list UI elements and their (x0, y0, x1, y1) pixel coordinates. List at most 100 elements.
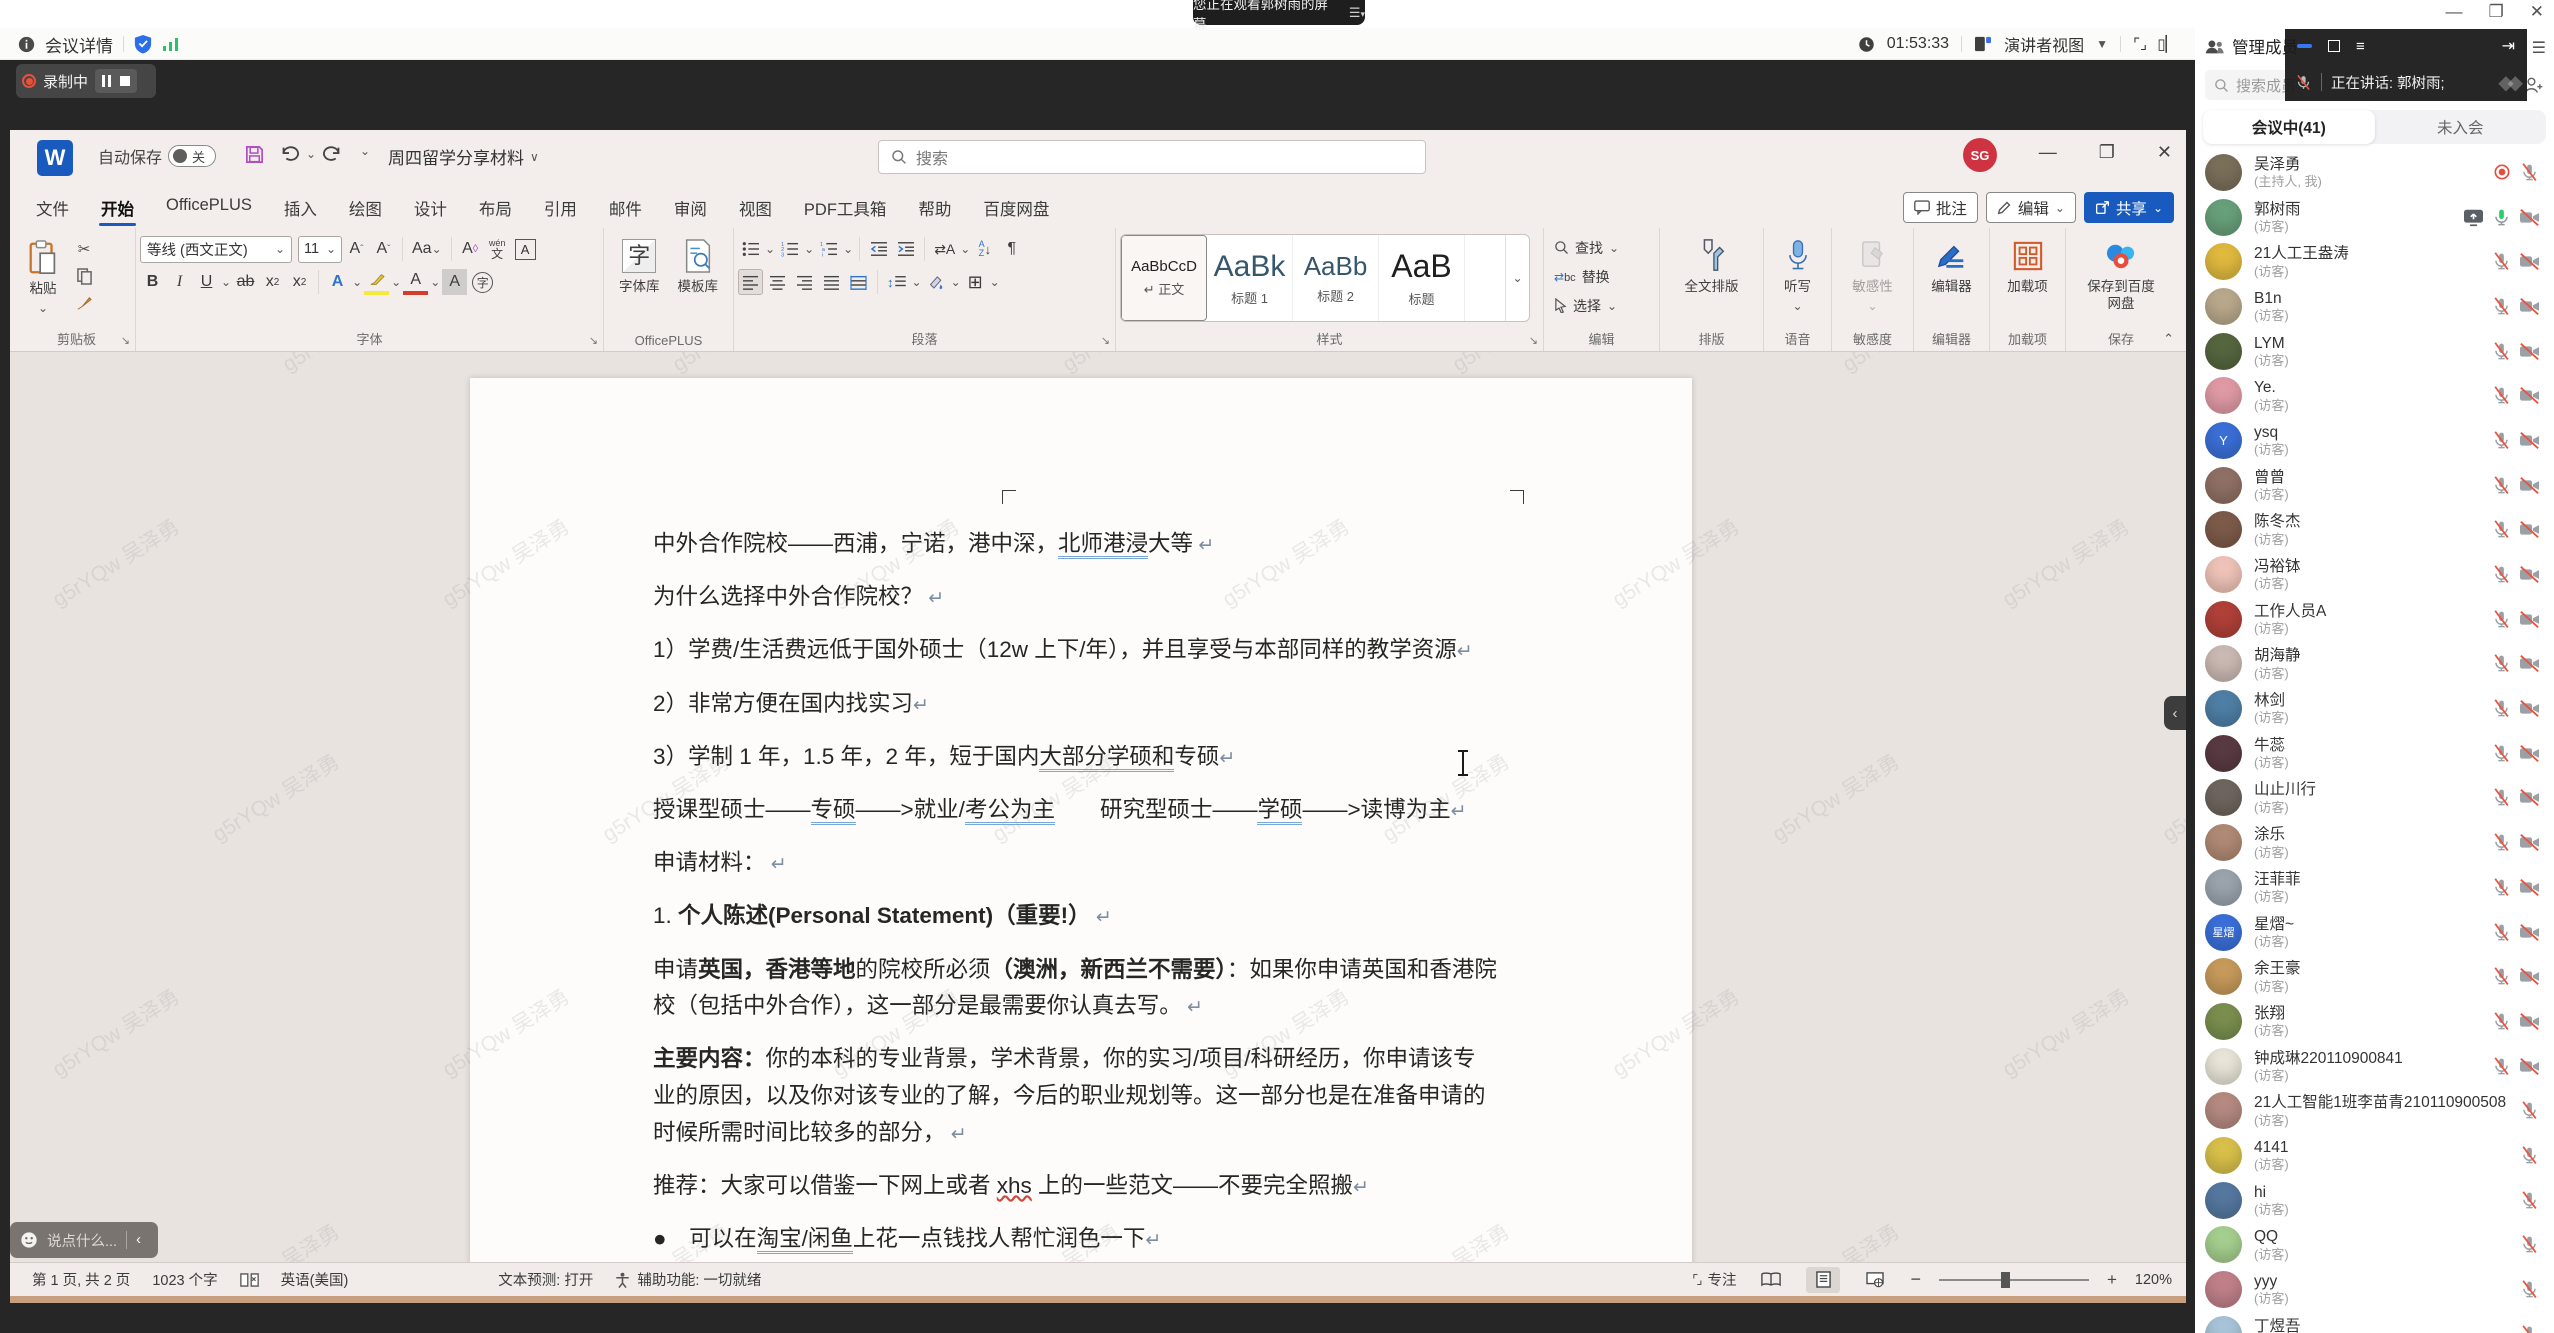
editing-mode-button[interactable]: 编辑 ⌄ (1986, 192, 2076, 223)
mic-off-icon[interactable] (2491, 832, 2512, 853)
mic-off-icon[interactable] (2491, 1011, 2512, 1032)
zoom-slider-thumb[interactable] (2001, 1272, 2010, 1288)
replace-button[interactable]: ⇄bc 替换 (1554, 263, 1610, 290)
sidebar-tab[interactable]: 会议中(41) (2203, 110, 2375, 144)
fullscreen-icon[interactable]: ⌜ ⌟ (2133, 35, 2145, 53)
mic-off-icon[interactable] (2519, 1145, 2540, 1166)
phonetic-guide-button[interactable]: wén文 (485, 236, 510, 262)
cam-off-icon[interactable] (2519, 609, 2540, 630)
zoom-in-button[interactable]: + (2107, 1270, 2117, 1290)
show-marks-button[interactable]: ¶ (999, 236, 1024, 262)
style-card[interactable]: AaB 标题 (1379, 235, 1465, 321)
participant-row[interactable]: 陈冬杰 (访客) (2195, 508, 2554, 553)
font-library-button[interactable]: 字 字体库 (613, 234, 666, 298)
document-area[interactable]: 中外合作院校——西浦，宁诺，港中深，北师港浸大等 ↵ 为什么选择中外合作院校？ ↵… (10, 352, 2186, 1262)
cam-off-icon[interactable] (2519, 519, 2540, 540)
cam-off-icon[interactable] (2519, 698, 2540, 719)
paragraph[interactable]: 主要内容：你的本科的专业背景，学术背景，你的实习/项目/科研经历，你申请该专业的… (653, 1041, 1523, 1151)
add-member-icon[interactable] (2524, 76, 2544, 94)
paragraph[interactable]: 申请英国，香港等地的院校所必须（澳洲，新西兰不需要）：如果你申请英国和香港院校（… (653, 952, 1523, 1025)
clear-format-button[interactable]: A◊ (458, 236, 483, 262)
participant-row[interactable]: 丁煜吾 (访客) (2195, 1312, 2554, 1333)
side-panel-icon[interactable]: ▯▏ (2157, 35, 2177, 53)
mic-off-icon[interactable] (2491, 385, 2512, 406)
cam-off-icon[interactable] (2519, 877, 2540, 898)
cam-off-icon[interactable] (2519, 832, 2540, 853)
mic-on-icon[interactable] (2491, 207, 2512, 228)
mic-off-icon[interactable] (2491, 296, 2512, 317)
dialog-launcher-icon[interactable]: ↘ (1101, 334, 1110, 347)
subscript-button[interactable]: x2 (260, 269, 285, 295)
word-menu-tab[interactable]: 帮助 (906, 188, 963, 228)
grow-font-button[interactable]: Aˆ (344, 236, 369, 262)
participant-row[interactable]: 汪菲菲 (访客) (2195, 865, 2554, 910)
account-avatar[interactable]: SG (1963, 138, 1997, 172)
overlay-window-icon[interactable] (2328, 40, 2340, 52)
participant-list[interactable]: 吴泽勇 (主持人, 我) 郭树雨 (访客) 21人工王盎涛 (访客) B1n (… (2195, 150, 2554, 1333)
dialog-launcher-icon[interactable]: ↘ (1529, 334, 1538, 347)
paragraph[interactable]: 申请材料： ↵ (653, 845, 1523, 882)
word-search-box[interactable]: 搜索 (878, 140, 1426, 174)
word-menu-tab[interactable]: 布局 (467, 188, 524, 228)
participant-row[interactable]: 林剑 (访客) (2195, 686, 2554, 731)
strikethrough-button[interactable]: ab (233, 269, 258, 295)
overlay-minimize-icon[interactable] (2297, 44, 2312, 48)
paragraph[interactable]: 为什么选择中外合作院校？ ↵ (653, 579, 1523, 616)
web-layout-icon[interactable] (1858, 1267, 1892, 1293)
word-menu-tab[interactable]: 插入 (272, 188, 329, 228)
undo-icon[interactable] (278, 144, 300, 164)
chat-quick-bubble[interactable]: 说点什么... ‹ (10, 1222, 158, 1258)
paragraph[interactable]: 中外合作院校——西浦，宁诺，港中深，北师港浸大等 ↵ (653, 526, 1523, 563)
mic-off-icon[interactable] (2491, 653, 2512, 674)
cam-off-icon[interactable] (2519, 475, 2540, 496)
document-text[interactable]: 中外合作院校——西浦，宁诺，港中深，北师港浸大等 ↵ 为什么选择中外合作院校？ ↵… (653, 526, 1523, 1262)
mic-off-icon[interactable] (2491, 698, 2512, 719)
document-page[interactable]: 中外合作院校——西浦，宁诺，港中深，北师港浸大等 ↵ 为什么选择中外合作院校？ ↵… (470, 378, 1692, 1262)
cam-off-icon[interactable] (2519, 1011, 2540, 1032)
zoom-level[interactable]: 120% (2135, 1272, 2172, 1288)
participant-row[interactable]: QQ (访客) (2195, 1223, 2554, 1268)
redo-icon[interactable] (322, 144, 344, 164)
italic-button[interactable]: I (167, 269, 192, 295)
participant-row[interactable]: 4141 (访客) (2195, 1133, 2554, 1178)
zoom-slider[interactable] (1939, 1279, 2089, 1281)
cam-off-icon[interactable] (2519, 653, 2540, 674)
participant-row[interactable]: 牛蕊 (访客) (2195, 731, 2554, 776)
word-menu-tab[interactable]: 设计 (402, 188, 459, 228)
collapse-left-icon[interactable]: ‹ (136, 1232, 141, 1248)
shrink-font-button[interactable]: Aˇ (371, 236, 396, 262)
bold-button[interactable]: B (140, 269, 165, 295)
document-title[interactable]: 周四留学分享材料 (388, 144, 524, 169)
paragraph[interactable]: 1. 个人陈述(Personal Statement)（重要!） ↵ (653, 898, 1523, 935)
share-button[interactable]: 共享 ⌄ (2084, 192, 2174, 223)
cam-off-icon[interactable] (2519, 385, 2540, 406)
mic-off-icon[interactable] (2491, 475, 2512, 496)
cut-icon[interactable]: ✂ (72, 238, 96, 260)
zoom-out-button[interactable]: − (1910, 1269, 1921, 1290)
mic-off-icon[interactable] (2491, 430, 2512, 451)
minimize-icon[interactable]: — (2446, 2, 2463, 22)
word-menu-tab[interactable]: 开始 (89, 188, 146, 228)
participant-row[interactable]: 钟成琳220110900841 (访客) (2195, 1044, 2554, 1089)
word-restore-icon[interactable]: ❐ (2099, 142, 2115, 163)
participant-row[interactable]: 吴泽勇 (主持人, 我) (2195, 150, 2554, 195)
paragraph[interactable]: 1）学费/生活费远低于国外硕士（12w 上下/年），并且享受与本部同样的教学资源… (653, 632, 1523, 669)
participant-row[interactable]: 余王豪 (访客) (2195, 954, 2554, 999)
list-icon[interactable]: ☰▾ (1349, 5, 1365, 21)
page-indicator[interactable]: 第 1 页, 共 2 页 (32, 1269, 130, 1290)
overlay-expand-icon[interactable]: ⇥ (2502, 36, 2515, 56)
mic-off-icon[interactable] (2491, 922, 2512, 943)
word-menu-tab[interactable]: 引用 (532, 188, 589, 228)
word-menu-tab[interactable]: 视图 (727, 188, 784, 228)
borders-button[interactable]: ⊞ (963, 269, 988, 295)
participant-row[interactable]: 曾曾 (访客) (2195, 463, 2554, 508)
accessibility-status[interactable]: 辅助功能: 一切就绪 (615, 1269, 761, 1290)
copy-icon[interactable] (72, 265, 96, 287)
cam-off-icon[interactable] (2519, 743, 2540, 764)
numbering-button[interactable]: 123 (777, 236, 802, 262)
mic-off-icon[interactable] (2491, 609, 2512, 630)
participant-row[interactable]: 工作人员A (访客) (2195, 597, 2554, 642)
participant-row[interactable]: 涂乐 (访客) (2195, 820, 2554, 865)
participant-row[interactable]: 山止川行 (访客) (2195, 776, 2554, 821)
chevron-down-icon[interactable]: ⌄ (306, 147, 316, 161)
